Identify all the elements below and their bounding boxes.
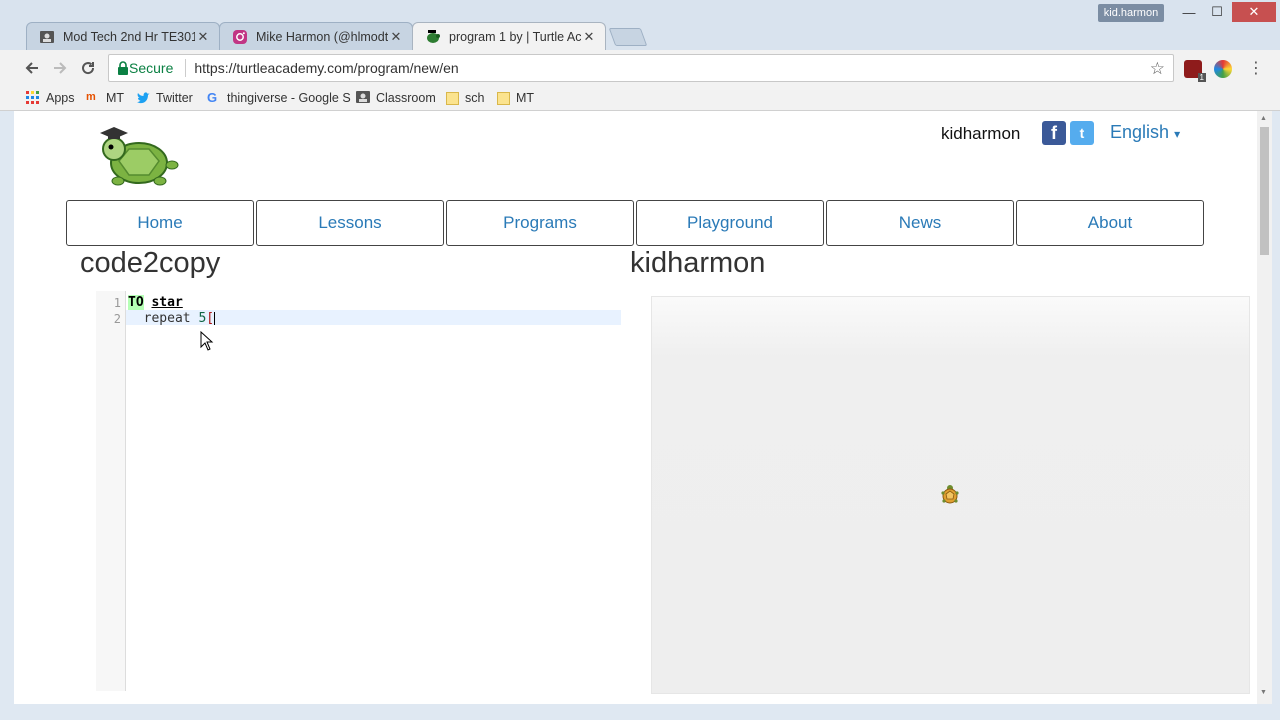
bookmark-classroom[interactable]: Classroom — [356, 89, 436, 107]
address-bar[interactable]: Secure https://turtleacademy.com/program… — [108, 54, 1174, 82]
bookmark-sch[interactable]: sch — [446, 89, 484, 107]
nav-lessons[interactable]: Lessons — [256, 200, 444, 246]
bookmark-label: MT — [516, 91, 535, 105]
bookmark-label: sch — [465, 91, 485, 105]
facebook-icon[interactable]: f — [1042, 121, 1066, 145]
profile-chip[interactable]: kid.harmon — [1098, 4, 1164, 22]
code-line[interactable]: TO star — [128, 295, 183, 310]
bookmark-apps[interactable]: Apps — [26, 89, 75, 107]
lock-icon — [118, 61, 128, 75]
browser-window: Mod Tech 2nd Hr TE301 ✕ Mike Harmon (@hl… — [0, 0, 1280, 720]
reload-button[interactable] — [76, 56, 100, 80]
forward-button[interactable] — [48, 56, 72, 80]
bookmark-label: Apps — [46, 91, 75, 105]
bookmark-label: thingiverse - Google S — [227, 91, 351, 105]
extension-badge: 1 — [1197, 73, 1206, 82]
line-number: 2 — [113, 312, 121, 326]
instagram-icon — [232, 29, 248, 45]
bookmark-label: Classroom — [376, 91, 436, 105]
nav-news[interactable]: News — [826, 200, 1014, 246]
classroom-icon — [356, 91, 370, 103]
new-tab-button[interactable] — [608, 28, 648, 46]
main-nav: Home Lessons Programs Playground News Ab… — [66, 200, 1206, 246]
folder-icon — [497, 91, 510, 105]
forward-arrow-icon — [54, 62, 67, 74]
program-title: code2copy — [80, 247, 221, 279]
close-window-button[interactable]: ✕ — [1232, 2, 1276, 22]
twitter-icon[interactable]: t — [1070, 121, 1094, 145]
tab-label: Mike Harmon (@hlmodt — [256, 29, 388, 44]
code-keyword: TO — [128, 295, 144, 310]
back-button[interactable] — [20, 56, 44, 80]
bookmark-thingiverse[interactable]: G thingiverse - Google S — [207, 89, 351, 107]
window-frame-bottom — [0, 704, 1280, 720]
code-procedure-name: star — [151, 295, 183, 310]
line-number-gutter: 1 2 — [96, 291, 126, 691]
web-page: kidharmon f t English ▾ Home Lessons Pro… — [14, 111, 1257, 704]
scrollbar-thumb[interactable] — [1260, 127, 1269, 255]
tab-turtle-academy[interactable]: program 1 by | Turtle Ac ✕ — [412, 22, 606, 50]
close-icon[interactable]: ✕ — [581, 29, 597, 45]
classroom-icon — [39, 29, 55, 45]
apps-grid-icon — [26, 91, 39, 104]
menu-icon[interactable]: ⋮ — [1244, 56, 1268, 80]
tab-instagram[interactable]: Mike Harmon (@hlmodt ✕ — [219, 22, 413, 50]
close-icon[interactable]: ✕ — [388, 29, 404, 45]
tab-mod-tech[interactable]: Mod Tech 2nd Hr TE301 ✕ — [26, 22, 220, 50]
text-caret — [214, 312, 216, 325]
turtle-canvas[interactable] — [651, 296, 1250, 694]
bookmark-label: MT — [106, 91, 125, 105]
twitter-icon — [137, 92, 150, 104]
mouse-pointer-icon — [200, 330, 214, 356]
canvas-owner-title: kidharmon — [630, 247, 766, 279]
back-arrow-icon — [25, 62, 38, 74]
scroll-up-icon[interactable]: ▲ — [1260, 115, 1267, 122]
color-extension-icon[interactable] — [1214, 60, 1232, 78]
bookmark-star-icon[interactable]: ☆ — [1150, 59, 1165, 79]
title-bar: Mod Tech 2nd Hr TE301 ✕ Mike Harmon (@hl… — [0, 0, 1280, 50]
bookmark-label: Twitter — [156, 91, 193, 105]
reload-icon — [82, 62, 95, 75]
browser-toolbar: Secure https://turtleacademy.com/program… — [0, 50, 1280, 86]
logged-in-username[interactable]: kidharmon — [941, 124, 1020, 144]
maximize-button[interactable]: ☐ — [1204, 2, 1230, 22]
turtle-sprite-icon — [940, 484, 960, 509]
caret-down-icon: ▾ — [1174, 127, 1181, 141]
turtle-icon — [425, 29, 441, 45]
nav-home[interactable]: Home — [66, 200, 254, 246]
url-text[interactable]: https://turtleacademy.com/program/new/en — [194, 60, 458, 76]
code-line[interactable]: repeat 5[ — [128, 311, 216, 326]
scroll-down-icon[interactable]: ▼ — [1260, 689, 1267, 696]
language-label: English — [1110, 122, 1170, 142]
secure-label: Secure — [129, 60, 174, 76]
code-bracket: [ — [206, 311, 215, 326]
page-scrollbar[interactable]: ▲ ▼ — [1257, 111, 1272, 704]
nav-programs[interactable]: Programs — [446, 200, 634, 246]
bookmarks-bar: Apps m MT Twitter G thingiverse - Google… — [0, 86, 1280, 111]
bookmark-mt[interactable]: m MT — [86, 89, 124, 107]
folder-icon — [446, 91, 459, 105]
close-icon[interactable]: ✕ — [195, 29, 211, 45]
bookmark-mt-folder[interactable]: MT — [497, 89, 534, 107]
address-divider — [185, 59, 187, 77]
tab-label: program 1 by | Turtle Ac — [449, 29, 581, 44]
ublock-extension-icon[interactable]: 1 — [1184, 60, 1206, 82]
code-editor[interactable]: 1 2 TO star repeat 5[ — [96, 291, 624, 691]
minimize-button[interactable]: — — [1176, 2, 1202, 22]
nav-about[interactable]: About — [1016, 200, 1204, 246]
nav-playground[interactable]: Playground — [636, 200, 824, 246]
google-icon: G — [207, 90, 218, 105]
mt-icon: m — [86, 91, 96, 103]
tab-label: Mod Tech 2nd Hr TE301 — [63, 29, 195, 44]
line-number: 1 — [113, 296, 121, 310]
bookmark-twitter[interactable]: Twitter — [136, 89, 193, 107]
code-command: repeat — [143, 311, 191, 326]
language-selector[interactable]: English ▾ — [1110, 122, 1180, 143]
turtle-academy-logo[interactable] — [94, 121, 184, 194]
